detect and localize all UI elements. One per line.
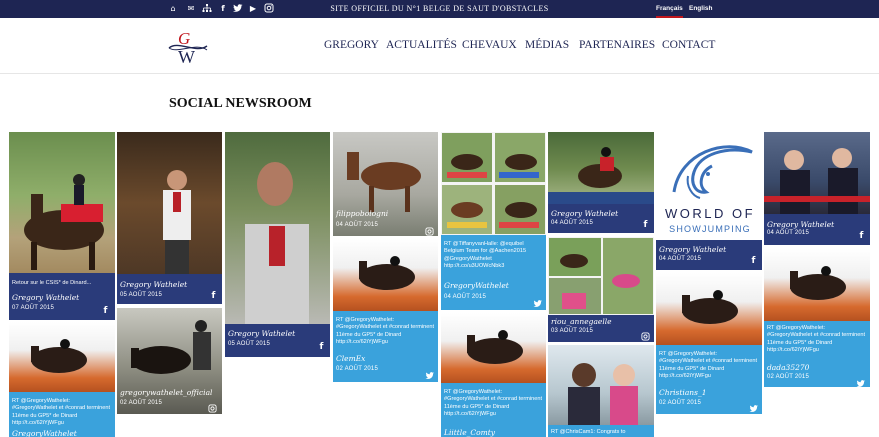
lang-french-link[interactable]: Français — [656, 5, 683, 18]
twitter-icon — [533, 295, 543, 307]
card-author: dada35270 — [767, 363, 810, 372]
card-date: 04 AOÛT 2015 — [659, 256, 701, 262]
card-date: 03 AOÛT 2015 — [551, 328, 593, 334]
card-photo — [333, 132, 438, 236]
instagram-icon — [208, 400, 217, 413]
news-card[interactable]: Gregory Wathelet 05 AOÛT 2015 f — [117, 132, 222, 304]
card-photo — [117, 132, 222, 274]
facebook-icon: f — [751, 256, 756, 266]
card-photo — [548, 345, 654, 425]
facebook-icon: f — [319, 342, 324, 352]
card-text: RT @GregoryWathelet: #GregoryWathelet et… — [659, 351, 758, 380]
site-tagline: SITE OFFICIEL DU N°1 BELGE DE SAUT D'OBS… — [330, 4, 549, 13]
facebook-icon: f — [859, 231, 864, 241]
nav-actualites[interactable]: ACTUALITÉS — [386, 39, 457, 51]
twitter-icon — [425, 367, 435, 379]
page-title: SOCIAL NEWSROOM — [169, 96, 312, 111]
card-date: 04 AOÛT 2015 — [444, 294, 486, 300]
main-header: G W GREGORY ACTUALITÉS CHEVAUX MÉDIAS PA… — [0, 18, 879, 74]
card-date: 05 AOÛT 2015 — [228, 341, 270, 347]
card-author: filippobologni — [336, 209, 389, 218]
instagram-icon — [425, 223, 434, 236]
card-text: RT @ChrisCam1: Congrats to — [551, 429, 626, 435]
card-author: gregorywathelet_official — [120, 388, 213, 397]
wos-line2: SHOWJUMPING — [669, 224, 751, 234]
news-card[interactable]: RT @GregoryWathelet: #GregoryWathelet et… — [656, 273, 762, 414]
card-photo — [117, 308, 222, 414]
card-author: Gregory Wathelet — [659, 245, 727, 254]
facebook-icon: f — [643, 220, 648, 230]
card-photo — [441, 132, 546, 235]
instagram-icon — [641, 328, 650, 341]
nav-partenaires[interactable]: PARTENAIRES — [579, 39, 655, 51]
wos-line1: WORLD OF — [664, 206, 756, 221]
card-photo — [548, 132, 654, 204]
card-author: Gregory Wathelet — [12, 293, 80, 302]
card-date: 02 AOÛT 2015 — [120, 400, 162, 406]
nav-gregory[interactable]: GREGORY — [324, 39, 379, 51]
card-author: Gregory Wathelet — [228, 329, 296, 338]
card-author: riou_annegaelle — [551, 317, 612, 326]
news-card[interactable]: Gregory Wathelet 05 AOÛT 2015 f — [225, 132, 330, 357]
card-author: Christians_1 — [659, 388, 707, 397]
news-card[interactable]: Gregory Wathelet 04 AOÛT 2015 f — [548, 132, 654, 233]
card-photo — [548, 237, 654, 315]
card-author: Gregory Wathelet — [551, 209, 619, 218]
card-photo — [764, 132, 870, 214]
card-photo — [225, 132, 330, 324]
card-text: RT @TiffanyvanHalle: @equibel Belgium Te… — [444, 241, 527, 270]
twitter-icon — [749, 400, 759, 412]
news-card[interactable]: RT @ChrisCam1: Congrats to — [548, 345, 654, 437]
card-photo — [656, 273, 762, 345]
card-date: 05 AOÛT 2015 — [120, 292, 162, 298]
facebook-icon: f — [103, 306, 108, 316]
card-photo — [9, 322, 115, 392]
card-date: 02 AOÛT 2015 — [659, 400, 701, 406]
card-author: Liittle_Comty — [444, 428, 496, 437]
card-date: 04 AOÛT 2015 — [336, 222, 378, 228]
top-bar: ⌂ ✉ f ▶ SITE OFFICIEL DU N°1 BELGE DE SA… — [0, 0, 879, 18]
card-photo — [9, 132, 115, 273]
news-card[interactable]: WORLD OF SHOWJUMPING Gregory Wathelet 04… — [656, 132, 762, 270]
lang-english-link[interactable]: English — [689, 5, 712, 12]
card-author: ClemEx — [336, 354, 366, 363]
card-author: Gregory Wathelet — [120, 280, 188, 289]
card-photo — [441, 313, 546, 383]
card-date: 07 AOÛT 2015 — [12, 305, 54, 311]
card-date: 02 AOÛT 2015 — [767, 374, 809, 380]
card-text: RT @GregoryWathelet: #GregoryWathelet et… — [336, 317, 435, 346]
news-card[interactable]: riou_annegaelle 03 AOÛT 2015 — [548, 237, 654, 342]
news-card[interactable]: RT @GregoryWathelet: #GregoryWathelet et… — [764, 249, 870, 387]
card-photo — [333, 239, 438, 311]
card-date: 02 AOÛT 2015 — [336, 366, 378, 372]
twitter-icon — [856, 375, 866, 387]
card-photo: WORLD OF SHOWJUMPING — [656, 132, 762, 240]
card-text: Retour sur le CSIS* de Dinard... — [12, 280, 92, 286]
card-text: RT @GregoryWathelet: #GregoryWathelet et… — [767, 325, 866, 354]
news-card[interactable]: filippobologni 04 AOÛT 2015 — [333, 132, 438, 236]
card-text: RT @GregoryWathelet: #GregoryWathelet et… — [12, 398, 111, 427]
card-text: RT @GregoryWathelet: #GregoryWathelet et… — [444, 389, 543, 418]
card-author: GregoryWathelet — [12, 429, 77, 437]
news-card[interactable]: RT @GregoryWathelet: #GregoryWathelet et… — [9, 322, 115, 437]
card-date: 04 AOÛT 2015 — [551, 220, 593, 226]
card-author: Gregory Wathelet — [767, 220, 835, 229]
news-card[interactable]: RT @GregoryWathelet: #GregoryWathelet et… — [441, 313, 546, 437]
card-date: 04 AOÛT 2015 — [767, 230, 809, 236]
news-card[interactable]: RT @TiffanyvanHalle: @equibel Belgium Te… — [441, 132, 546, 310]
gw-logo[interactable]: G W — [166, 26, 210, 67]
nav-contact[interactable]: CONTACT — [662, 39, 715, 51]
news-card[interactable]: Gregory Wathelet 04 AOÛT 2015 f — [764, 132, 870, 245]
nav-chevaux[interactable]: CHEVAUX — [462, 39, 517, 51]
nav-medias[interactable]: MÉDIAS — [525, 39, 569, 51]
news-card[interactable]: RT @GregoryWathelet: #GregoryWathelet et… — [333, 239, 438, 382]
news-card[interactable]: Retour sur le CSIS* de Dinard... Gregory… — [9, 132, 115, 320]
card-author: GregoryWathelet — [444, 281, 509, 290]
facebook-icon: f — [211, 291, 216, 301]
card-photo — [764, 249, 870, 321]
news-card[interactable]: gregorywathelet_official 02 AOÛT 2015 — [117, 308, 222, 414]
